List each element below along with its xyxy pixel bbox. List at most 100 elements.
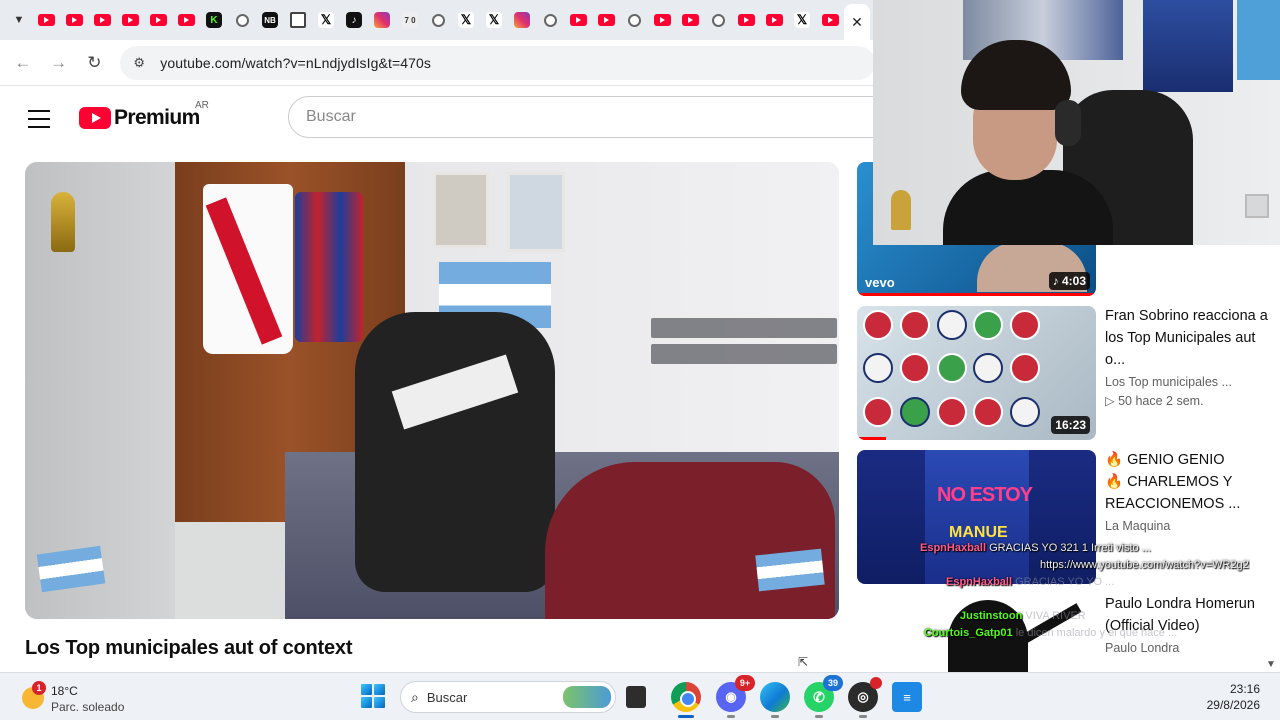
youtube-premium-logo[interactable]: Premium [79,106,200,130]
site-settings-icon[interactable]: ⚙ [130,54,148,72]
browser-tab[interactable]: 𝕏 [788,6,816,34]
browser-tab[interactable]: ♪ [340,6,368,34]
recommendation-title[interactable]: Fran Sobrino reacciona a los Top Municip… [1105,305,1275,371]
discord-icon[interactable]: ◉ 9+ [716,675,755,718]
youtube-play-icon [79,107,111,129]
video-frame-picture-2 [507,172,565,252]
back-button[interactable]: ← [5,45,41,81]
browser-tab[interactable] [592,6,620,34]
browser-tab[interactable] [648,6,676,34]
recommendation-title[interactable]: 🔥 GENIO GENIO 🔥 CHARLEMOS Y REACCIONEMOS… [1105,449,1275,515]
tab-search-chevron-icon[interactable]: ▼ [6,7,32,33]
browser-tab[interactable]: 7 0 [396,6,424,34]
taskbar-search-label: Buscar [426,689,468,705]
youtube-header: Premium AR Buscar [0,86,878,150]
browser-tab[interactable]: K [200,6,228,34]
tiktok-icon: ♪ [346,12,362,28]
browser-tab[interactable] [60,6,88,34]
recommendation-thumbnail[interactable]: 16:23 [857,306,1096,440]
taskbar: 1 18°C Parc. soleado ⌕ Buscar ◉ 9+ ✆ 39 … [0,672,1280,720]
browser-toolbar: ← → ↻ ⚙ youtube.com/watch?v=nLndjydIsIg&… [0,40,875,86]
search-input[interactable]: Buscar [288,96,878,138]
github-icon [543,13,557,27]
webcam-trophy [891,190,911,230]
github-icon [711,13,725,27]
browser-tab[interactable] [368,6,396,34]
browser-tab[interactable] [88,6,116,34]
search-icon: ⌕ [411,688,419,705]
browser-tab[interactable]: 𝕏 [480,6,508,34]
system-clock[interactable]: 23:16 29/8/2026 [1207,681,1260,713]
video-frame-picture [433,172,489,248]
thumbnail-club-badges [863,310,1043,436]
start-button[interactable] [361,684,385,708]
taskbar-search[interactable]: ⌕ Buscar [400,681,616,713]
browser-tab[interactable]: 𝕏 [312,6,340,34]
browser-tab[interactable] [32,6,60,34]
youtube-icon [597,14,615,26]
scroll-down-arrow-icon[interactable]: ▼ [1266,659,1276,670]
weather-widget[interactable]: 1 18°C Parc. soleado [20,681,160,715]
clock-date: 29/8/2026 [1206,698,1260,712]
x-icon: 𝕏 [458,12,474,28]
browser-tab[interactable] [144,6,172,34]
browser-tab[interactable] [172,6,200,34]
browser-tab[interactable] [760,6,788,34]
browser-tab[interactable] [676,6,704,34]
browser-tab[interactable] [424,6,452,34]
youtube-icon [65,14,83,26]
x-icon: 𝕏 [318,12,334,28]
video-frame-jersey [203,184,293,354]
video-chat-overlay [651,318,837,376]
browser-tab[interactable] [816,6,844,34]
video-frame-trophy [51,192,75,252]
forward-button[interactable]: → [41,45,77,81]
address-bar[interactable]: ⚙ youtube.com/watch?v=nLndjydIsIg&t=470s [120,45,875,80]
chat-message: Justinstoon VIVA RIVER [960,610,1086,622]
whatsapp-icon[interactable]: ✆ 39 [804,675,843,718]
youtube-icon [121,14,139,26]
region-code: AR [195,100,209,111]
vevo-logo: vevo [865,275,895,290]
menu-icon[interactable] [28,110,50,128]
kick-icon: K [206,12,222,28]
file-explorer-icon[interactable] [626,686,646,708]
browser-tab[interactable] [508,6,536,34]
browser-tab[interactable] [732,6,760,34]
browser-tab[interactable] [620,6,648,34]
youtube-icon [37,14,55,26]
youtube-icon [765,14,783,26]
desktop-screen: ▼ K NB 𝕏 ♪ 7 0𝕏𝕏𝕏 ✕ ← → ↻ ⚙ youtube.com/watc… [0,0,1280,720]
instagram-icon [374,12,390,28]
chrome-icon[interactable] [671,682,701,718]
stream-chat-overlay: EspnHaxball GRACIAS YO 321 1 Irreti vist… [920,540,1250,675]
browser-tab[interactable] [116,6,144,34]
active-tab[interactable]: ✕ [844,4,870,40]
reload-button[interactable]: ↻ [77,45,113,81]
youtube-icon [93,14,111,26]
browser-tab[interactable] [228,6,256,34]
browser-tab[interactable]: NB [256,6,284,34]
logo-text: Premium [114,106,200,129]
recommendation-channel[interactable]: Los Top municipales ... [1105,375,1275,389]
weather-description: Parc. soleado [51,700,125,714]
recommendation-meta[interactable]: 🔥 GENIO GENIO 🔥 CHARLEMOS Y REACCIONEMOS… [1105,449,1275,533]
browser-tab[interactable]: 𝕏 [452,6,480,34]
notepad-icon[interactable]: ≡ [892,682,922,712]
recommendation-meta[interactable]: Fran Sobrino reacciona a los Top Municip… [1105,305,1275,408]
close-tab-icon[interactable]: ✕ [851,14,863,31]
browser-tab[interactable] [704,6,732,34]
thumbnail-text: NO ESTOY [937,484,1033,506]
webcam-overlay [873,0,1280,245]
obs-icon[interactable]: ◎ [848,677,882,718]
recommendation-channel[interactable]: La Maquina [1105,519,1275,533]
browser-tab[interactable] [536,6,564,34]
browser-tab[interactable] [284,6,312,34]
browser-tab[interactable] [564,6,592,34]
chat-message-link: https://www.youtube.com/watch?v=WR2g2Mk0… [1040,559,1250,571]
edge-icon[interactable] [760,682,790,718]
github-icon [235,13,249,27]
watched-progress-bar [857,437,886,440]
video-player[interactable] [25,162,839,619]
url-text[interactable]: youtube.com/watch?v=nLndjydIsIg&t=470s [160,55,431,71]
